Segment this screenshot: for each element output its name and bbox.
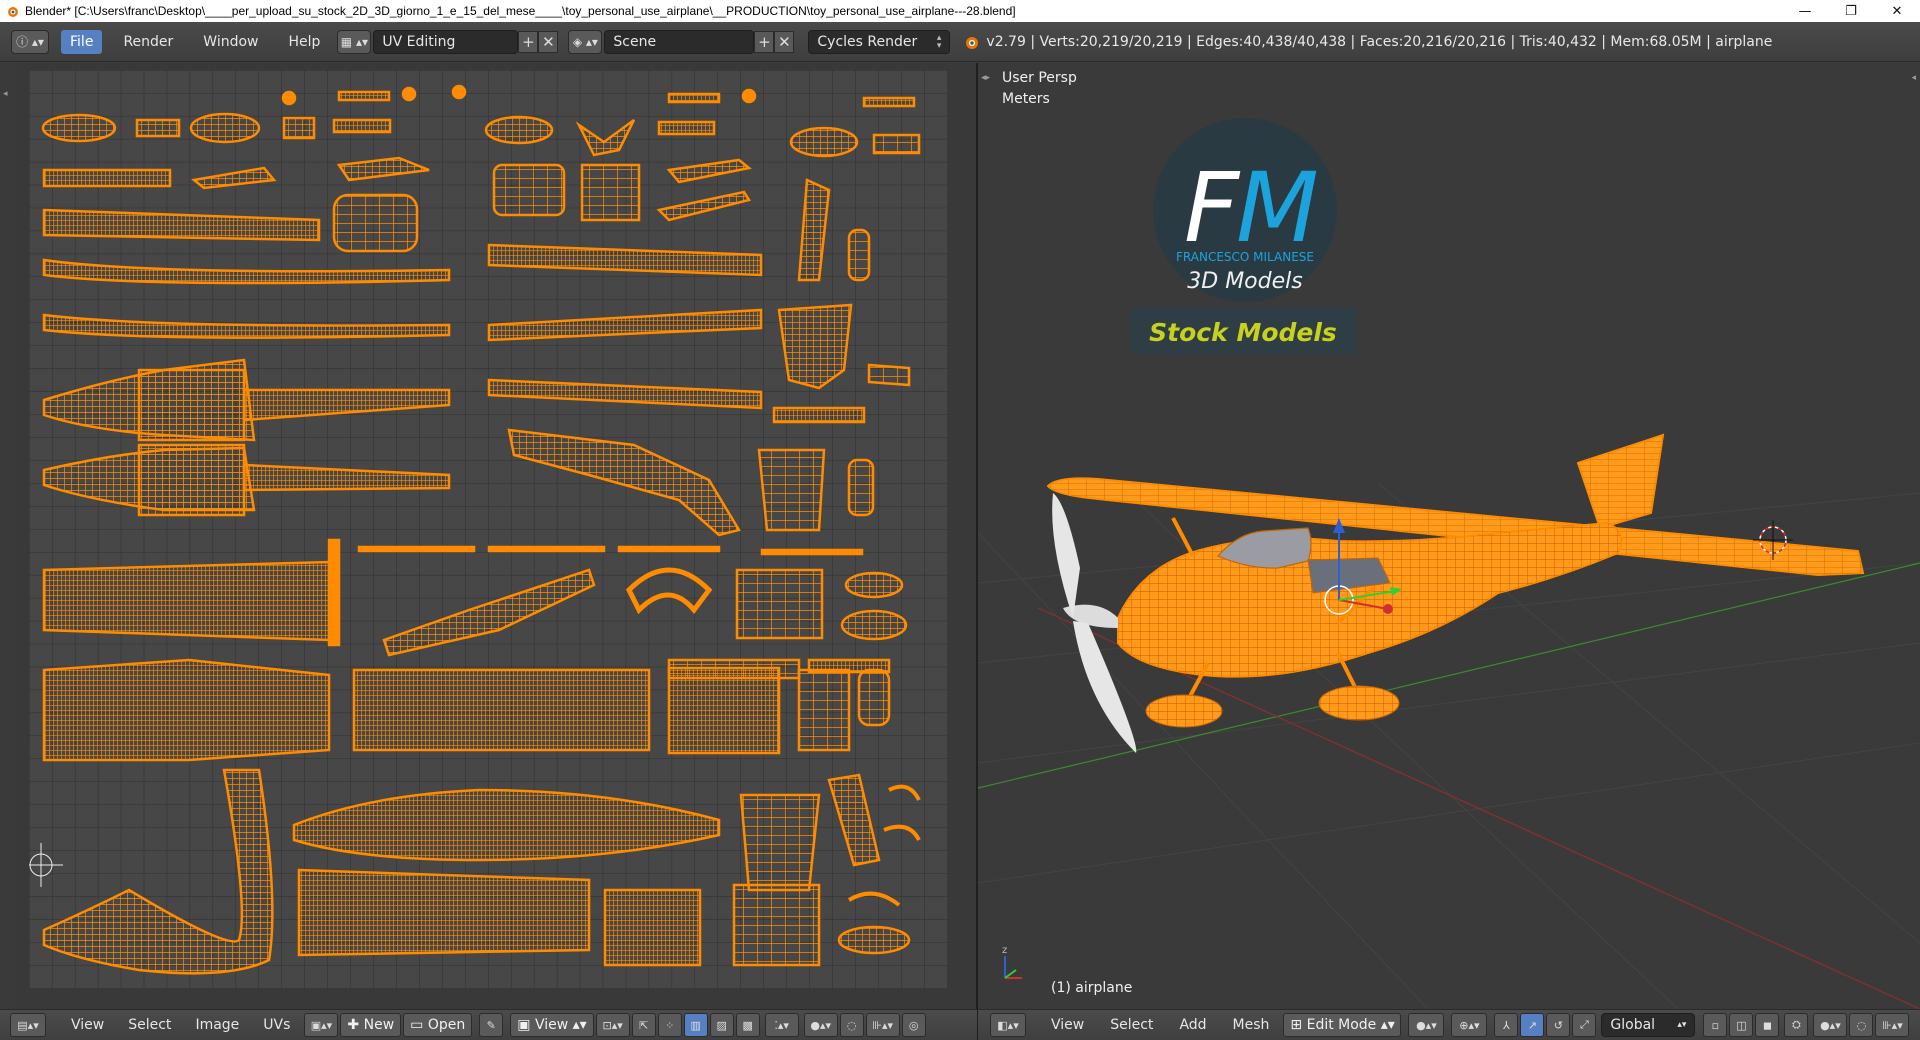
blender-version-icon — [966, 36, 979, 49]
island-select-icon[interactable]: ▩ — [735, 1013, 760, 1037]
add-screen-icon[interactable]: + — [518, 30, 539, 53]
logo-banner: Stock Models — [1149, 318, 1337, 347]
add-scene-icon[interactable]: + — [754, 30, 775, 53]
menu-file[interactable]: File — [61, 29, 103, 54]
snap-icon[interactable]: ◌ — [839, 1013, 864, 1037]
limit-selection-icon[interactable]: ⛭ — [1784, 1013, 1809, 1037]
viewport-shading-icon[interactable]: ●▴▾ — [1408, 1013, 1445, 1037]
toolbar-expand-icon[interactable]: ◂ — [3, 89, 8, 99]
face-select-icon[interactable]: ▨ — [709, 1013, 734, 1037]
screen-layout-dropdown[interactable]: UV Editing — [373, 29, 519, 54]
snap-toggle-icon[interactable]: ◌ — [1849, 1013, 1874, 1037]
3d-menu-view[interactable]: View — [1043, 1017, 1092, 1033]
3d-viewport[interactable]: ◂▸ ◂ User Persp Meters F M FRANCESCO MIL… — [978, 63, 1920, 1009]
editor-type-info-icon[interactable]: ⓘ ▴▾ — [11, 29, 49, 54]
snap-element-icon[interactable]: ⊪▴▾ — [1875, 1013, 1910, 1037]
folder-icon: ▭ — [410, 1017, 428, 1033]
open-image-button[interactable]: ▭ Open — [403, 1013, 473, 1037]
uv-menu-uvs[interactable]: UVs — [255, 1017, 298, 1033]
edge-select-icon[interactable]: ▥ — [683, 1013, 708, 1037]
render-engine-dropdown[interactable]: Cycles Render ▴ ▾ — [808, 29, 951, 54]
uv-menu-view[interactable]: View — [63, 1017, 112, 1033]
pivot-point-icon[interactable]: ⊕▴▾ — [1451, 1013, 1488, 1037]
rotate-manipulator-icon[interactable]: ↺ — [1546, 1013, 1571, 1037]
uv-sculpt-icon[interactable]: ◎ — [901, 1013, 926, 1037]
manipulator-toggle-icon[interactable]: ⅄ — [1494, 1013, 1519, 1037]
blender-logo-icon — [8, 7, 18, 17]
face-select-mode-icon[interactable]: ◼ — [1755, 1013, 1780, 1037]
scene-icon[interactable]: ◈ ▴▾ — [568, 29, 603, 54]
orientation-label: Global — [1610, 1017, 1656, 1033]
scale-manipulator-icon[interactable]: ⤢ — [1572, 1013, 1597, 1037]
sticky-select-icon[interactable]: ⁚▴▾ — [764, 1013, 799, 1037]
menu-render[interactable]: Render — [114, 30, 182, 54]
scene-stats: v2.79 | Verts:20,219/20,219 | Edges:40,4… — [986, 33, 1773, 50]
window-title-bar: Blender* [C:\Users\franc\Desktop\____per… — [0, 0, 1920, 22]
new-image-button[interactable]: ✚ New — [340, 1013, 402, 1037]
uv-editor-header: ▤▴▾ View Select Image UVs ▣▴▾ ✚ New ▭ Op… — [0, 1009, 977, 1040]
sync-selection-icon[interactable]: ⇱ — [631, 1013, 656, 1037]
screen-layout-label: UV Editing — [382, 33, 456, 50]
active-object-label: (1) airplane — [1051, 980, 1133, 996]
uv-menu-image[interactable]: Image — [187, 1017, 247, 1033]
editor-type-uv-icon[interactable]: ▤▴▾ — [10, 1013, 46, 1037]
edit-mode-icon: ⊞ — [1290, 1017, 1307, 1033]
mode-dropdown[interactable]: ⊞ Edit Mode ▴▾ — [1283, 1013, 1402, 1037]
pivot-icon[interactable]: ⊡▴▾ — [595, 1013, 630, 1037]
edge-select-mode-icon[interactable]: ◫ — [1729, 1013, 1754, 1037]
menu-window[interactable]: Window — [194, 30, 267, 54]
image-browse-icon[interactable]: ▣▴▾ — [304, 1013, 339, 1037]
logo-initial-f: F — [1184, 152, 1241, 264]
snap-target-icon[interactable]: ⊪▴▾ — [865, 1013, 900, 1037]
scene-dropdown[interactable]: Scene — [604, 29, 755, 54]
fm-logo: F M FRANCESCO MILANESE 3D Models Stock M… — [1130, 118, 1356, 354]
3d-menu-mesh[interactable]: Mesh — [1225, 1017, 1278, 1033]
delete-screen-icon[interactable]: ✕ — [538, 30, 559, 53]
svg-text:z: z — [1002, 945, 1007, 956]
open-image-label: Open — [427, 1017, 466, 1033]
logo-initial-m: M — [1236, 152, 1319, 264]
logo-company: FRANCESCO MILANESE — [1176, 250, 1314, 264]
vertex-select-mode-icon[interactable]: ▫ — [1703, 1013, 1728, 1037]
maximize-button[interactable]: ❐ — [1828, 0, 1874, 22]
airplane-mesh[interactable] — [1046, 433, 1865, 753]
orientation-dropdown[interactable]: Global ▴▾ — [1601, 1013, 1696, 1037]
translate-manipulator-icon[interactable]: ↗ — [1520, 1013, 1545, 1037]
uv-grid-canvas[interactable] — [29, 70, 947, 988]
uv-editor[interactable]: ◂ — [0, 63, 977, 1009]
screen-layout-icon[interactable]: ▦ ▴▾ — [337, 29, 372, 54]
new-image-plus-icon: ✚ — [347, 1017, 364, 1033]
uv-menu-select[interactable]: Select — [120, 1017, 179, 1033]
3d-menu-select[interactable]: Select — [1102, 1017, 1161, 1033]
proportional-editing-icon[interactable]: ●▴▾ — [1813, 1013, 1848, 1037]
info-header: ⓘ ▴▾ File Render Window Help ▦ ▴▾ UV Edi… — [0, 22, 1920, 62]
3d-menu-add[interactable]: Add — [1171, 1017, 1214, 1033]
vertex-select-icon[interactable]: ⁘ — [657, 1013, 682, 1037]
close-button[interactable]: ✕ — [1874, 0, 1920, 22]
editor-type-3d-icon[interactable]: ◧▴▾ — [990, 1013, 1026, 1037]
uv-view-dropdown[interactable]: ▣ View ▴▾ — [510, 1013, 594, 1037]
3d-view-header: ◧▴▾ View Select Add Mesh ⊞ Edit Mode ▴▾ … — [978, 1009, 1920, 1040]
window-title: Blender* [C:\Users\franc\Desktop\____per… — [25, 4, 1016, 18]
scene-label: Scene — [613, 33, 657, 50]
pin-icon[interactable]: ✎ — [479, 1013, 504, 1037]
render-engine-label: Cycles Render — [817, 33, 918, 50]
uv-toolbar-edge[interactable]: ◂ — [0, 63, 16, 1009]
uv-view-label: View — [534, 1017, 569, 1033]
proportional-edit-icon[interactable]: ●▴▾ — [803, 1013, 838, 1037]
view-axis-widget: z — [1002, 945, 1022, 979]
new-image-label: New — [363, 1017, 395, 1033]
viewport-scene[interactable]: F M FRANCESCO MILANESE 3D Models Stock M… — [978, 63, 1920, 1009]
minimize-button[interactable]: — — [1782, 0, 1828, 22]
logo-subtitle: 3D Models — [1187, 269, 1302, 294]
view-image-icon: ▣ — [517, 1017, 535, 1033]
delete-scene-icon[interactable]: ✕ — [774, 30, 795, 53]
mode-label: Edit Mode — [1306, 1017, 1377, 1033]
menu-help[interactable]: Help — [279, 30, 329, 54]
